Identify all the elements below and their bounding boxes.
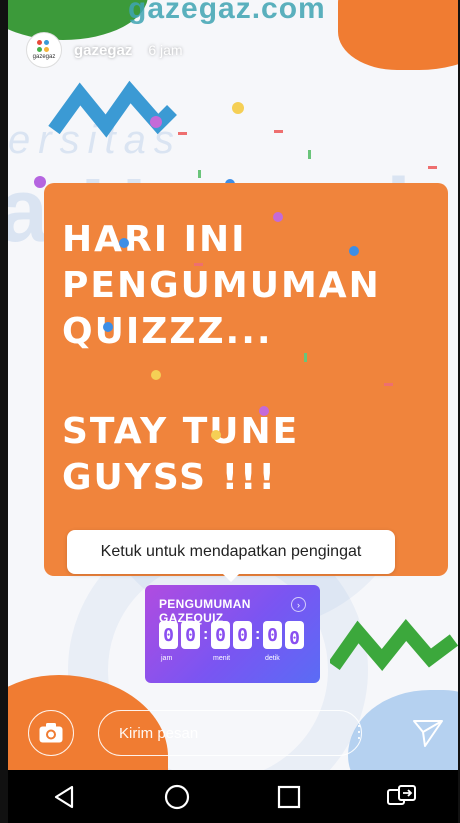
more-vertical-icon[interactable]: · · · bbox=[354, 716, 364, 746]
story-view[interactable]: gazegaz.com ersitas a Unggul bbox=[8, 0, 458, 770]
countdown-digit: 0 bbox=[285, 621, 304, 649]
nav-home-button[interactable] bbox=[157, 777, 197, 817]
chevron-right-icon[interactable]: › bbox=[291, 597, 306, 612]
nav-back-button[interactable] bbox=[44, 777, 84, 817]
avatar[interactable]: gazegaz bbox=[26, 32, 62, 68]
recents-icon bbox=[278, 785, 301, 808]
label-minutes: menit bbox=[213, 655, 231, 662]
message-input[interactable] bbox=[98, 710, 362, 756]
countdown-digit: 0 bbox=[211, 621, 230, 649]
post-time: 6 jam bbox=[148, 42, 183, 58]
countdown-digit: 0 bbox=[233, 621, 252, 649]
camera-icon bbox=[39, 723, 63, 743]
nav-switch-button[interactable] bbox=[382, 777, 422, 817]
nav-recents-button[interactable] bbox=[269, 777, 309, 817]
decor-orange-shape bbox=[338, 0, 458, 70]
countdown-colon: : bbox=[255, 626, 261, 643]
watermark-site: gazegaz.com bbox=[128, 0, 326, 25]
camera-button[interactable] bbox=[28, 710, 74, 756]
countdown-digits: 0 0 : 0 0 : 0 0 bbox=[159, 621, 304, 649]
confetti-overlay bbox=[103, 212, 393, 440]
label-seconds: detik bbox=[265, 655, 280, 662]
logo-icon bbox=[35, 40, 53, 54]
send-icon[interactable] bbox=[412, 718, 444, 748]
countdown-colon: : bbox=[203, 626, 209, 643]
label-hours: jam bbox=[161, 655, 173, 662]
countdown-labels: jam menit detik bbox=[161, 655, 311, 667]
reminder-button[interactable]: Ketuk untuk mendapatkan pengingat bbox=[67, 530, 395, 582]
story-header: gazegaz gazegaz 6 jam bbox=[26, 32, 183, 68]
android-nav-bar bbox=[8, 770, 458, 823]
back-icon bbox=[55, 785, 74, 808]
announcement-card: HARI INI PENGUMUMAN QUIZZZ... STAY TUNE … bbox=[44, 183, 448, 576]
message-bar: ··· bbox=[28, 710, 448, 756]
zigzag-decor-green bbox=[330, 619, 458, 671]
countdown-digit: 0 bbox=[159, 621, 178, 649]
username[interactable]: gazegaz bbox=[74, 42, 132, 59]
logo-text: gazegaz bbox=[32, 54, 56, 60]
countdown-digit: 0 bbox=[263, 621, 282, 649]
countdown-sticker[interactable]: PENGUMUMAN GAZEQUIZ › 0 0 : 0 0 : 0 0 ja… bbox=[145, 585, 320, 683]
home-icon bbox=[164, 784, 189, 809]
countdown-digit: 0 bbox=[181, 621, 200, 649]
switch-app-icon bbox=[386, 784, 416, 805]
reminder-label: Ketuk untuk mendapatkan pengingat bbox=[100, 543, 362, 560]
